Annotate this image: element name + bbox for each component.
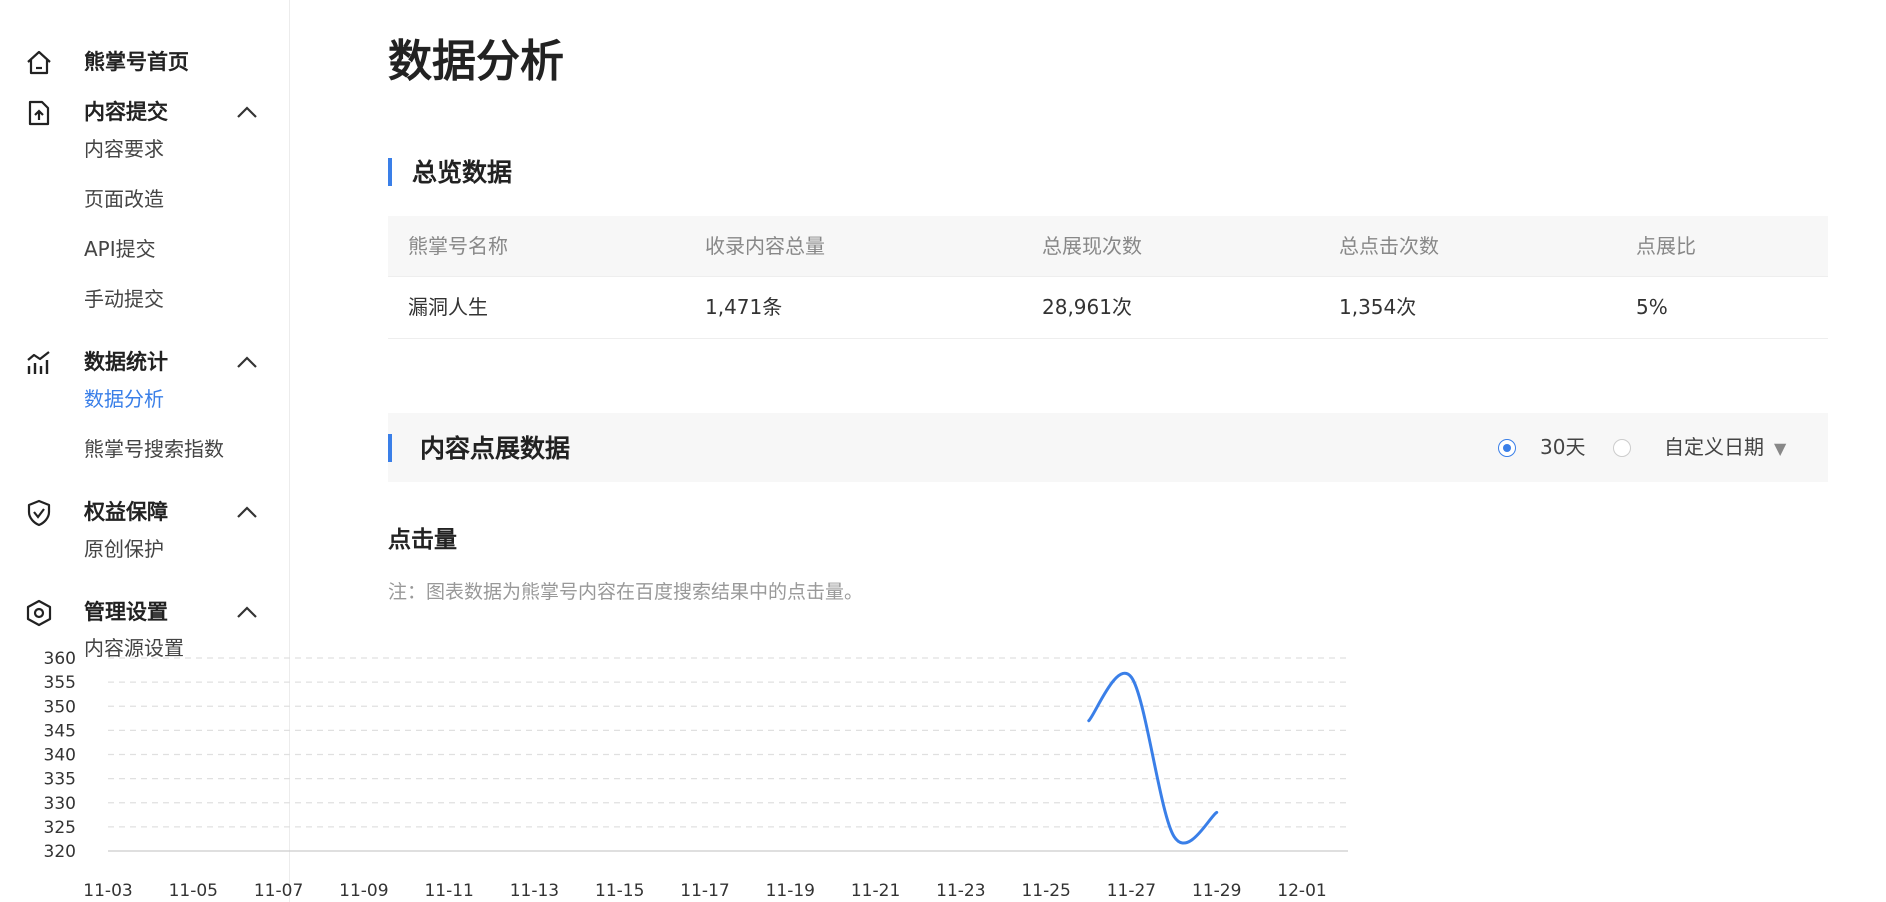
range-30d-label[interactable]: 30天 — [1540, 433, 1585, 461]
sidebar-item-search-index[interactable]: 熊掌号搜索指数 — [84, 435, 224, 463]
chevron-up-icon[interactable] — [235, 102, 259, 122]
sidebar-item-manual-submit[interactable]: 手动提交 — [84, 285, 164, 313]
content-section-title: 内容点展数据 — [388, 434, 570, 464]
sidebar-item-content-source[interactable]: 内容源设置 — [84, 634, 184, 662]
caret-down-icon: ▼ — [1774, 439, 1787, 458]
table-cell-account-name: 漏洞人生 — [408, 295, 488, 319]
sidebar-item-label: 数据统计 — [84, 350, 168, 374]
overview-table: 熊掌号名称 收录内容总量 总展现次数 总点击次数 点展比 漏洞人生 1,471条… — [388, 216, 1828, 339]
sidebar-group-data-stats[interactable]: 数据统计 — [0, 336, 289, 386]
table-header-row: 熊掌号名称 收录内容总量 总展现次数 总点击次数 点展比 — [388, 216, 1828, 277]
sidebar-item-original-protection[interactable]: 原创保护 — [84, 535, 164, 563]
sidebar-item-label: 权益保障 — [84, 500, 168, 524]
sidebar-item-label: 内容提交 — [84, 100, 168, 124]
table-cell-ctr: 5% — [1636, 295, 1668, 319]
table-header-cell: 熊掌号名称 — [408, 234, 508, 258]
custom-date-label: 自定义日期 — [1664, 435, 1764, 459]
chevron-up-icon[interactable] — [235, 352, 259, 372]
sidebar-item-page-transform[interactable]: 页面改造 — [84, 185, 164, 213]
sidebar-item-label: 熊掌号首页 — [84, 50, 189, 74]
range-custom-radio[interactable] — [1613, 439, 1631, 457]
table-header-cell: 收录内容总量 — [705, 234, 825, 258]
chevron-up-icon[interactable] — [235, 502, 259, 522]
content-data-bar: 内容点展数据 30天 自定义日期 ▼ — [388, 413, 1828, 482]
sidebar-group-rights[interactable]: 权益保障 — [0, 486, 289, 536]
chevron-up-icon[interactable] — [235, 602, 259, 622]
chart-icon — [27, 351, 50, 374]
table-header-cell: 总展现次数 — [1042, 234, 1142, 258]
table-header-cell: 点展比 — [1636, 234, 1696, 258]
table-cell-total-content: 1,471条 — [705, 295, 783, 319]
table-header-cell: 总点击次数 — [1339, 234, 1439, 258]
home-icon — [27, 50, 51, 75]
sidebar-item-api-submit[interactable]: API提交 — [84, 235, 156, 263]
sidebar-group-content-submit[interactable]: 内容提交 — [0, 86, 289, 136]
sidebar-item-label: 管理设置 — [84, 600, 168, 624]
main-content: 数据分析 总览数据 熊掌号名称 收录内容总量 总展现次数 总点击次数 点展比 漏… — [388, 0, 1828, 902]
table-cell-total-impressions: 28,961次 — [1042, 295, 1132, 319]
table-cell-total-clicks: 1,354次 — [1339, 295, 1417, 319]
custom-date-select[interactable]: 自定义日期 ▼ — [1664, 433, 1786, 463]
x-tick-label: 11-09 — [339, 881, 388, 901]
chart-note: 注：图表数据为熊掌号内容在百度搜索结果中的点击量。 — [388, 581, 864, 603]
table-row: 漏洞人生 1,471条 28,961次 1,354次 5% — [388, 277, 1828, 339]
sidebar-item-data-analysis[interactable]: 数据分析 — [84, 385, 164, 413]
sidebar-item-content-requirements[interactable]: 内容要求 — [84, 135, 164, 163]
upload-doc-icon — [28, 100, 50, 126]
settings-icon — [26, 599, 52, 627]
chart-heading: 点击量 — [388, 527, 457, 553]
page-title: 数据分析 — [388, 36, 564, 87]
sidebar: 熊掌号首页 内容提交 内容要求 页面改造 API提交 手动提交 数据统计 数据分… — [0, 0, 290, 902]
app-root: 熊掌号首页 内容提交 内容要求 页面改造 API提交 手动提交 数据统计 数据分… — [0, 0, 1886, 902]
overview-section-title: 总览数据 — [388, 158, 512, 188]
range-30d-radio[interactable] — [1498, 439, 1516, 457]
sidebar-item-home[interactable]: 熊掌号首页 — [0, 36, 289, 86]
sidebar-group-settings[interactable]: 管理设置 — [0, 586, 289, 636]
shield-icon — [27, 499, 51, 527]
